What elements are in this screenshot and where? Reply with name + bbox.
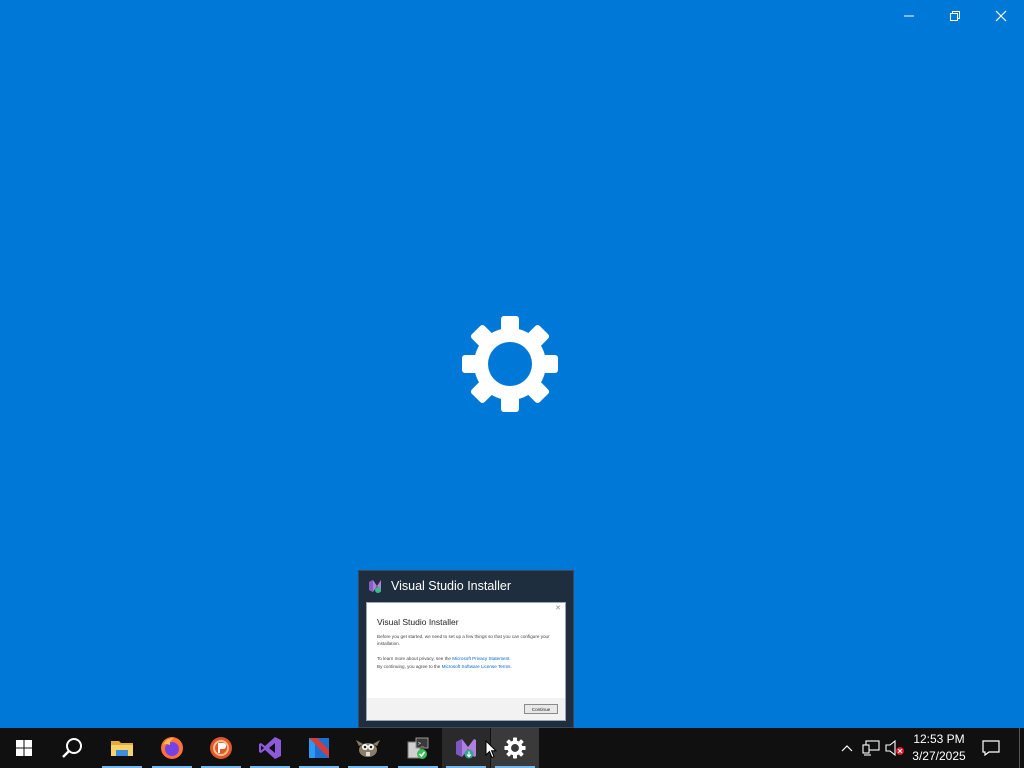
thumbnail-privacy-line: To learn more about privacy, see the Mic…: [377, 656, 511, 661]
windows-logo-icon: [16, 740, 32, 756]
presentation-icon: [210, 737, 232, 759]
restore-icon: [950, 11, 960, 21]
visual-studio-icon: [259, 737, 281, 759]
taskbar-firefox[interactable]: [148, 728, 196, 768]
svg-text:>_: >_: [418, 741, 425, 747]
minimize-icon: [904, 15, 914, 17]
taskbar-code-editor[interactable]: [295, 728, 343, 768]
gimp-icon: [356, 740, 380, 757]
notification-icon: [982, 740, 1000, 756]
search-icon: [62, 738, 82, 758]
minimize-button[interactable]: [886, 0, 932, 32]
clock-time: 12:53 PM: [913, 732, 965, 746]
show-desktop-button[interactable]: [1019, 728, 1024, 768]
network-icon: [862, 740, 880, 756]
restore-button[interactable]: [932, 0, 978, 32]
preview-header: Visual Studio Installer: [359, 571, 573, 601]
network-button[interactable]: [859, 728, 883, 768]
clock-date: 3/27/2025: [912, 749, 966, 763]
start-button[interactable]: [0, 728, 48, 768]
taskbar-visual-studio[interactable]: [246, 728, 294, 768]
close-icon: ✕: [555, 605, 561, 612]
firefox-icon: [161, 737, 183, 759]
taskbar-thumbnail-preview[interactable]: Visual Studio Installer ✕ Visual Studio …: [358, 570, 574, 728]
vs-installer-icon: [456, 739, 476, 759]
close-button[interactable]: [978, 0, 1024, 32]
gear-icon: [462, 316, 558, 412]
thumbnail-continue-button: Continue: [524, 704, 558, 714]
taskbar-visual-studio-installer[interactable]: [442, 728, 490, 768]
thumbnail-terms-line: By continuing, you agree to the Microsof…: [377, 664, 512, 669]
taskbar-file-explorer[interactable]: [98, 728, 146, 768]
thumbnail-heading: Visual Studio Installer: [377, 617, 459, 627]
taskbar-gimp[interactable]: [344, 728, 392, 768]
taskbar-package-installer[interactable]: >_: [394, 728, 442, 768]
vs-installer-icon: [369, 580, 381, 593]
volume-muted-icon: [885, 740, 904, 756]
thumbnail-footer: Continue: [367, 698, 565, 720]
terms-link: Microsoft Software License Terms.: [441, 664, 512, 669]
clock[interactable]: 12:53 PM 3/27/2025: [906, 728, 972, 768]
taskbar-wps-presentation[interactable]: [197, 728, 245, 768]
taskbar: >_ 12:53 PM 3/27/2025: [0, 728, 1024, 768]
privacy-link: Microsoft Privacy Statement.: [452, 656, 511, 661]
show-hidden-icons-button[interactable]: [835, 728, 859, 768]
volume-button[interactable]: [883, 728, 907, 768]
action-center-button[interactable]: [974, 728, 1008, 768]
thumbnail-body: Before you get started, we need to set u…: [377, 634, 550, 646]
chevron-up-icon: [841, 745, 853, 752]
editor-icon: [309, 738, 329, 758]
gear-icon: [504, 737, 526, 759]
search-button[interactable]: [48, 728, 96, 768]
folder-icon: [111, 741, 133, 756]
mouse-cursor-icon: [485, 740, 497, 759]
taskbar-settings[interactable]: [491, 728, 539, 768]
preview-thumbnail: ✕ Visual Studio Installer Before you get…: [366, 602, 566, 721]
preview-title: Visual Studio Installer: [391, 579, 511, 593]
close-icon: [995, 10, 1007, 22]
package-icon: >_: [407, 737, 429, 759]
